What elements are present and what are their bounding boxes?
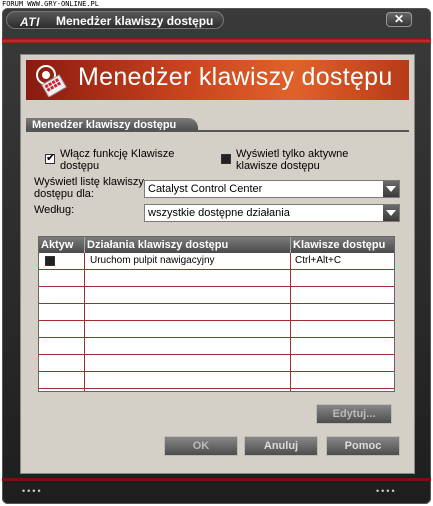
show-active-only-label-line2: klawisze dostępu	[236, 160, 320, 172]
banner-title: Menedżer klawiszy dostępu	[78, 63, 393, 91]
chevron-down-icon[interactable]	[383, 205, 399, 221]
row-active-checkbox[interactable]	[45, 256, 55, 266]
column-header-active[interactable]: Aktyw	[39, 237, 85, 253]
footer-accent-bar	[2, 478, 431, 481]
list-for-label: Wyświetl listę klawiszy dostępu dla:	[34, 176, 144, 200]
table-row[interactable]: Uruchom pulpit nawigacyjny Ctrl+Alt+C	[39, 253, 394, 270]
by-select[interactable]: wszystkie dostępne działania	[144, 204, 400, 222]
list-for-label-line2: dostępu dla:	[34, 188, 94, 200]
enable-hotkeys-checkbox[interactable]: ✔	[45, 152, 56, 164]
show-active-only-label: Wyświetl tylko aktywne klawisze dostępu	[236, 148, 348, 172]
table-row-empty	[39, 355, 394, 372]
title-bar[interactable]: ATI Menedżer klawiszy dostępu ✕	[2, 8, 431, 34]
show-active-only-label-line1: Wyświetl tylko aktywne	[236, 148, 349, 160]
ok-button[interactable]: OK	[164, 436, 238, 456]
row-keys: Ctrl+Alt+C	[295, 255, 342, 266]
watermark: FORUM WWW.GRY-ONLINE.PL	[2, 0, 99, 8]
column-divider	[84, 253, 85, 391]
table-row-empty	[39, 270, 394, 287]
list-for-select[interactable]: Catalyst Control Center	[144, 180, 400, 198]
hotkey-manager-window: ATI Menedżer klawiszy dostępu ✕ Menedżer…	[2, 8, 431, 504]
column-header-action[interactable]: Działania klawiszy dostępu	[85, 237, 291, 253]
banner: Menedżer klawiszy dostępu	[26, 60, 409, 100]
table-row-empty	[39, 372, 394, 389]
resize-grip-right[interactable]: ••••	[376, 486, 397, 496]
table-row-empty	[39, 321, 394, 338]
resize-grip-left[interactable]: ••••	[22, 486, 43, 496]
hotkeys-table: Aktyw Działania klawiszy dostępu Klawisz…	[38, 236, 395, 392]
hotkey-manager-icon	[36, 65, 67, 97]
accent-bar	[2, 38, 431, 44]
table-row-empty	[39, 304, 394, 321]
close-icon: ✕	[393, 12, 405, 26]
help-button[interactable]: Pomoc	[326, 436, 400, 456]
chevron-down-icon[interactable]	[383, 181, 399, 197]
window-title: Menedżer klawiszy dostępu	[56, 14, 214, 28]
row-action: Uruchom pulpit nawigacyjny	[90, 255, 215, 266]
enable-hotkeys-label: Włącz funkcję Klawisze dostępu	[60, 148, 174, 172]
close-button[interactable]: ✕	[386, 12, 412, 27]
show-active-only-checkbox[interactable]	[221, 154, 231, 164]
column-header-keys[interactable]: Klawisze dostępu	[291, 237, 394, 253]
by-label: Według:	[34, 204, 75, 216]
table-row-empty	[39, 338, 394, 355]
table-header: Aktyw Działania klawiszy dostępu Klawisz…	[39, 237, 394, 253]
enable-hotkeys-label-line2: dostępu	[60, 160, 100, 172]
title-pill: ATI Menedżer klawiszy dostępu	[6, 11, 224, 29]
by-value: wszystkie dostępne działania	[148, 207, 290, 219]
list-for-value: Catalyst Control Center	[148, 183, 263, 195]
section-divider	[26, 130, 409, 132]
edit-button[interactable]: Edytuj...	[316, 404, 392, 424]
main-panel: Menedżer klawiszy dostępu Menedżer klawi…	[20, 54, 415, 474]
enable-hotkeys-label-line1: Włącz funkcję Klawisze	[60, 148, 175, 160]
column-divider	[290, 253, 291, 391]
table-row-empty	[39, 287, 394, 304]
ati-logo: ATI	[20, 15, 40, 29]
check-icon: ✔	[46, 152, 56, 164]
cancel-button[interactable]: Anuluj	[244, 436, 318, 456]
list-for-label-line1: Wyświetl listę klawiszy	[34, 176, 144, 188]
